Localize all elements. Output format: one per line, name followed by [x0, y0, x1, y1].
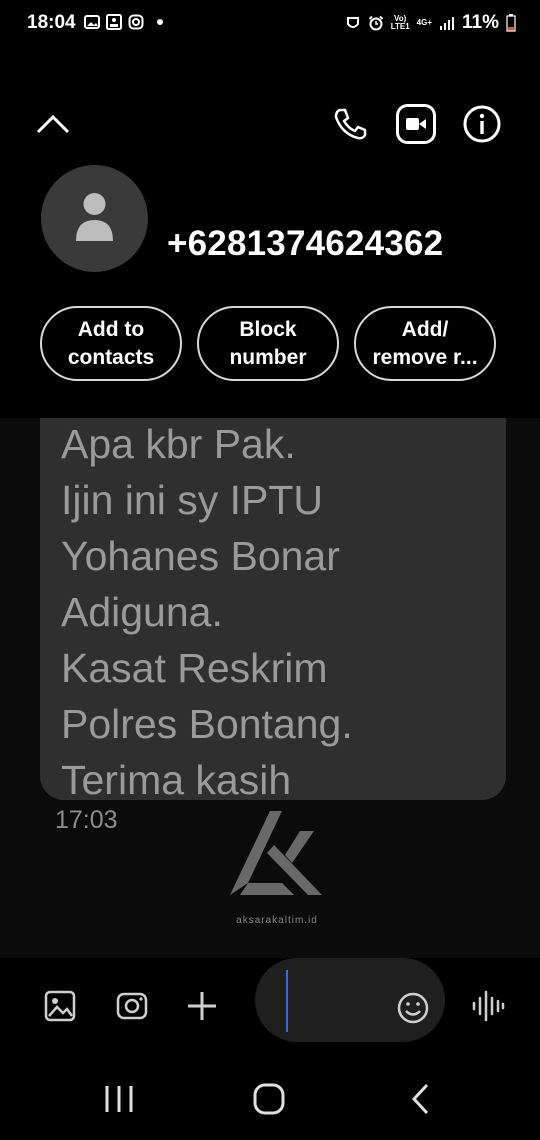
text-cursor	[286, 970, 288, 1032]
info-icon[interactable]	[462, 104, 502, 144]
network-type: 4G+	[416, 18, 433, 27]
voice-wave-icon[interactable]	[470, 988, 506, 1024]
battery-percent: 11%	[462, 12, 499, 33]
camera-icon[interactable]	[114, 988, 150, 1024]
gallery-icon	[84, 15, 100, 29]
person-icon	[76, 193, 113, 241]
add-to-contacts-button[interactable]: Add to contacts	[40, 306, 182, 381]
battery-icon	[506, 14, 516, 32]
status-right-icons: Vo) LTE1 4G+ 11%	[345, 12, 516, 34]
watermark-text: aksarakaltim.id	[236, 915, 318, 926]
gallery-icon[interactable]	[42, 988, 78, 1024]
emoji-icon[interactable]	[396, 991, 430, 1025]
status-left-icons	[84, 14, 166, 30]
add-to-contacts-label: Add to contacts	[67, 317, 155, 369]
watermark: aksarakaltim.id	[222, 803, 332, 928]
add-remove-label: Add/ remove r...	[372, 317, 478, 369]
message-bubble[interactable]: Apa kbr Pak. Ijin ini sy IPTU Yohanes Bo…	[40, 418, 506, 800]
photo-icon	[106, 14, 122, 30]
navigation-bar	[0, 1058, 540, 1140]
avatar	[41, 165, 148, 272]
block-number-button[interactable]: Block number	[197, 306, 339, 381]
network-label: Vo) LTE1	[391, 15, 410, 31]
conversation-area[interactable]: Apa kbr Pak. Ijin ini sy IPTU Yohanes Bo…	[0, 418, 540, 958]
signal-icon	[440, 17, 455, 30]
network-bottom: LTE1	[390, 22, 410, 31]
video-call-icon[interactable]	[396, 104, 436, 144]
home-icon[interactable]	[252, 1082, 286, 1116]
plus-icon[interactable]	[184, 988, 220, 1024]
block-number-label: Block number	[229, 317, 307, 369]
status-time: 18:04	[27, 12, 76, 33]
chevron-up-icon[interactable]	[34, 106, 72, 144]
message-input[interactable]	[255, 958, 445, 1042]
add-remove-button[interactable]: Add/ remove r...	[354, 306, 496, 381]
recents-icon[interactable]	[102, 1084, 136, 1114]
mask-icon	[346, 17, 359, 28]
message-text: Apa kbr Pak. Ijin ini sy IPTU Yohanes Bo…	[61, 421, 353, 800]
instagram-icon	[128, 14, 144, 30]
back-icon[interactable]	[406, 1082, 436, 1116]
phone-number: +6281374624362	[167, 224, 444, 263]
composer-bar	[0, 958, 540, 1058]
watermark-logo	[230, 811, 322, 895]
dot-icon	[157, 19, 163, 25]
phone-call-icon[interactable]	[330, 104, 370, 144]
alarm-icon	[368, 15, 383, 31]
message-time: 17:03	[55, 806, 118, 834]
